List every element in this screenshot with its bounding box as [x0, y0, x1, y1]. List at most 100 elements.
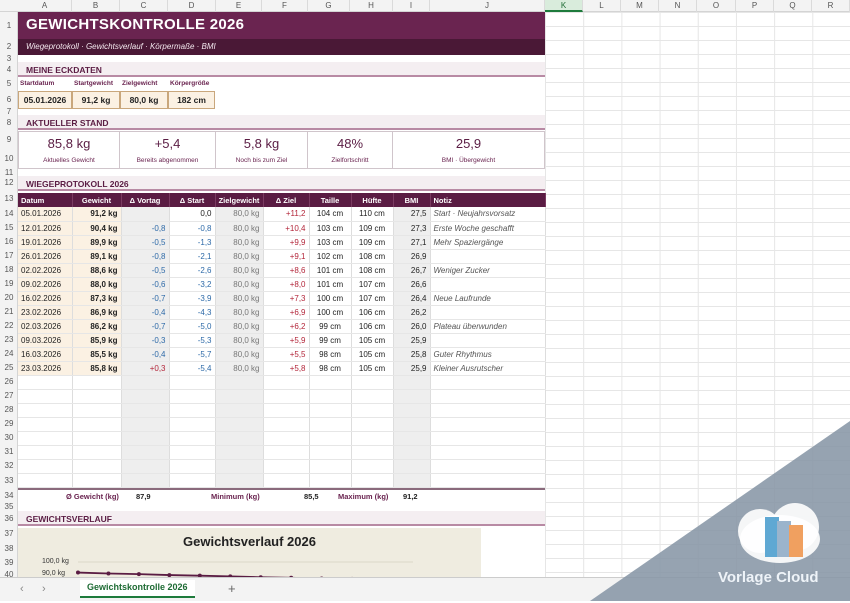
table-cell[interactable]: 80,0 kg — [215, 277, 264, 292]
table-cell[interactable]: 26,7 — [393, 263, 431, 278]
table-cell[interactable]: 104 cm — [309, 207, 352, 222]
table-cell[interactable] — [309, 417, 352, 432]
table-cell[interactable]: 27,5 — [393, 207, 431, 222]
eckdaten-value[interactable]: 80,0 kg — [120, 91, 168, 109]
column-header-k[interactable]: K — [545, 0, 583, 12]
table-cell[interactable] — [263, 389, 310, 404]
table-cell[interactable] — [18, 459, 73, 474]
table-cell[interactable]: -3,2 — [169, 277, 216, 292]
table-cell[interactable] — [351, 403, 394, 418]
table-cell[interactable] — [309, 403, 352, 418]
table-cell[interactable]: -5,0 — [169, 319, 216, 334]
table-cell[interactable] — [430, 417, 546, 432]
column-header-e[interactable]: E — [216, 0, 262, 12]
table-cell[interactable]: 27,3 — [393, 221, 431, 236]
table-cell[interactable] — [309, 445, 352, 460]
row-header-39[interactable]: 39 — [0, 556, 18, 570]
table-cell[interactable]: 89,1 kg — [72, 249, 122, 264]
table-cell[interactable]: 26.01.2026 — [18, 249, 73, 264]
table-cell[interactable]: 88,6 kg — [72, 263, 122, 278]
table-cell[interactable] — [430, 473, 546, 488]
row-header-8[interactable]: 8 — [0, 115, 18, 130]
column-header-g[interactable]: G — [308, 0, 350, 12]
row-header-3[interactable]: 3 — [0, 55, 18, 63]
table-cell[interactable] — [351, 445, 394, 460]
table-cell[interactable]: 80,0 kg — [215, 305, 264, 320]
table-cell[interactable]: 99 cm — [309, 319, 352, 334]
table-cell[interactable] — [72, 389, 122, 404]
row-header-13[interactable]: 13 — [0, 190, 18, 207]
table-cell[interactable]: 98 cm — [309, 361, 352, 376]
table-cell[interactable]: -0,8 — [169, 221, 216, 236]
table-cell[interactable]: 103 cm — [309, 235, 352, 250]
table-cell[interactable]: 80,0 kg — [215, 319, 264, 334]
table-cell[interactable] — [351, 389, 394, 404]
table-cell[interactable]: 105 cm — [351, 333, 394, 348]
table-cell[interactable] — [215, 403, 264, 418]
table-cell[interactable]: 100 cm — [309, 291, 352, 306]
table-cell[interactable] — [169, 473, 216, 488]
table-cell[interactable]: -0,5 — [121, 263, 170, 278]
table-cell[interactable]: 103 cm — [309, 221, 352, 236]
row-header-18[interactable]: 18 — [0, 263, 18, 277]
row-header-9[interactable]: 9 — [0, 130, 18, 149]
table-cell[interactable] — [215, 389, 264, 404]
column-header-i[interactable]: I — [393, 0, 430, 12]
row-header-23[interactable]: 23 — [0, 333, 18, 347]
table-cell[interactable] — [430, 249, 546, 264]
table-cell[interactable]: 16.02.2026 — [18, 291, 73, 306]
table-cell[interactable] — [430, 403, 546, 418]
table-cell[interactable]: 25,8 — [393, 347, 431, 362]
table-cell[interactable]: +0,3 — [121, 361, 170, 376]
table-cell[interactable]: 101 cm — [309, 277, 352, 292]
table-cell[interactable]: 80,0 kg — [215, 249, 264, 264]
table-cell[interactable]: +6,2 — [263, 319, 310, 334]
table-cell[interactable]: -4,3 — [169, 305, 216, 320]
table-cell[interactable] — [18, 445, 73, 460]
table-cell[interactable]: -0,4 — [121, 305, 170, 320]
table-cell[interactable]: 09.03.2026 — [18, 333, 73, 348]
table-cell[interactable]: 102 cm — [309, 249, 352, 264]
column-header-n[interactable]: N — [659, 0, 697, 12]
table-cell[interactable] — [393, 445, 431, 460]
table-cell[interactable] — [72, 459, 122, 474]
column-header-r[interactable]: R — [812, 0, 850, 12]
row-header-4[interactable]: 4 — [0, 62, 18, 77]
table-cell[interactable]: 0,0 — [169, 207, 216, 222]
column-header-o[interactable]: O — [697, 0, 736, 12]
table-cell[interactable] — [169, 389, 216, 404]
table-cell[interactable] — [430, 459, 546, 474]
row-header-26[interactable]: 26 — [0, 375, 18, 389]
row-header-17[interactable]: 17 — [0, 249, 18, 263]
table-cell[interactable] — [430, 389, 546, 404]
table-cell[interactable] — [393, 375, 431, 390]
table-cell[interactable]: 107 cm — [351, 291, 394, 306]
row-header-32[interactable]: 32 — [0, 459, 18, 473]
table-cell[interactable]: -2,1 — [169, 249, 216, 264]
table-cell[interactable] — [121, 207, 170, 222]
table-cell[interactable]: 88,0 kg — [72, 277, 122, 292]
table-cell[interactable] — [430, 445, 546, 460]
column-header-a[interactable]: A — [18, 0, 72, 12]
table-cell[interactable] — [169, 431, 216, 446]
table-cell[interactable]: 85,9 kg — [72, 333, 122, 348]
table-cell[interactable] — [351, 473, 394, 488]
table-cell[interactable]: 105 cm — [351, 347, 394, 362]
table-cell[interactable] — [121, 389, 170, 404]
data-point[interactable] — [136, 572, 141, 577]
row-header-22[interactable]: 22 — [0, 319, 18, 333]
row-header-14[interactable]: 14 — [0, 207, 18, 221]
table-cell[interactable]: -5,7 — [169, 347, 216, 362]
table-cell[interactable] — [430, 277, 546, 292]
column-header-b[interactable]: B — [72, 0, 120, 12]
table-cell[interactable]: Mehr Spaziergänge — [430, 235, 546, 250]
table-cell[interactable]: 107 cm — [351, 277, 394, 292]
table-cell[interactable]: Guter Rhythmus — [430, 347, 546, 362]
table-cell[interactable]: -0,4 — [121, 347, 170, 362]
table-cell[interactable]: -0,6 — [121, 277, 170, 292]
table-cell[interactable]: -2,6 — [169, 263, 216, 278]
table-cell[interactable] — [309, 375, 352, 390]
table-cell[interactable] — [351, 417, 394, 432]
table-cell[interactable] — [18, 375, 73, 390]
data-point[interactable] — [76, 570, 80, 575]
